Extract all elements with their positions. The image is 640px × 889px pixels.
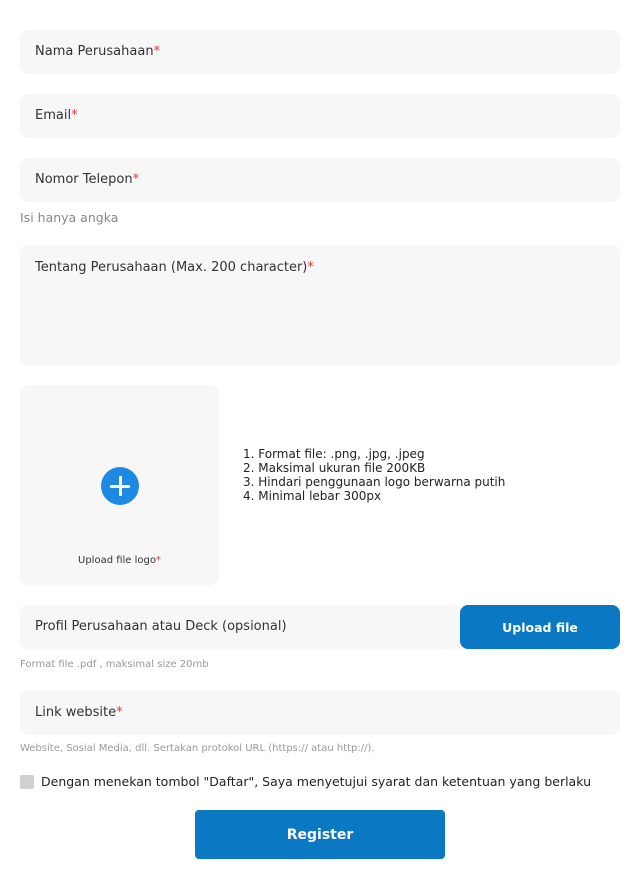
logo-rule: 4. Minimal lebar 300px (243, 489, 382, 503)
agreement-row: Dengan menekan tombol "Daftar", Saya men… (20, 774, 591, 789)
email-field[interactable]: Email* (20, 94, 620, 138)
website-hint: Website, Sosial Media, dll. Sertakan pro… (20, 743, 375, 754)
company-profile-field[interactable]: Profil Perusahaan atau Deck (opsional) (20, 605, 460, 649)
email-label: Email* (35, 108, 78, 123)
required-mark: * (156, 555, 161, 566)
required-mark: * (116, 705, 123, 720)
website-link-label: Link website* (35, 705, 123, 720)
required-mark: * (71, 108, 78, 123)
required-mark: * (153, 44, 161, 59)
about-company-textarea[interactable]: Tentang Perusahaan (Max. 200 character)* (20, 245, 620, 365)
phone-label: Nomor Telepon* (35, 172, 140, 187)
about-company-label: Tentang Perusahaan (Max. 200 character)* (35, 260, 314, 275)
company-profile-label: Profil Perusahaan atau Deck (opsional) (35, 619, 287, 634)
logo-rule: 1. Format file: .png, .jpg, .jpeg (243, 447, 425, 461)
profile-hint: Format file .pdf , maksimal size 20mb (20, 659, 209, 670)
logo-rules-list: 1. Format file: .png, .jpg, .jpeg 2. Mak… (243, 447, 505, 503)
required-mark: * (307, 260, 314, 275)
required-mark: * (132, 172, 140, 187)
logo-upload-box[interactable]: Upload file logo* (20, 385, 219, 585)
agreement-checkbox[interactable] (20, 774, 34, 789)
agreement-text: Dengan menekan tombol "Daftar", Saya men… (41, 774, 591, 789)
company-name-label: Nama Perusahaan* (35, 44, 161, 59)
logo-rule: 2. Maksimal ukuran file 200KB (243, 461, 426, 475)
company-name-field[interactable]: Nama Perusahaan* (20, 30, 620, 74)
plus-icon[interactable] (101, 467, 139, 505)
phone-hint: Isi hanya angka (20, 210, 119, 225)
logo-rule: 3. Hindari penggunaan logo berwarna puti… (243, 475, 506, 489)
logo-upload-label: Upload file logo* (78, 555, 161, 566)
register-button[interactable]: Register (195, 810, 445, 859)
website-link-field[interactable]: Link website* (20, 691, 620, 735)
upload-file-button[interactable]: Upload file (460, 605, 620, 649)
phone-field[interactable]: Nomor Telepon* (20, 158, 620, 202)
